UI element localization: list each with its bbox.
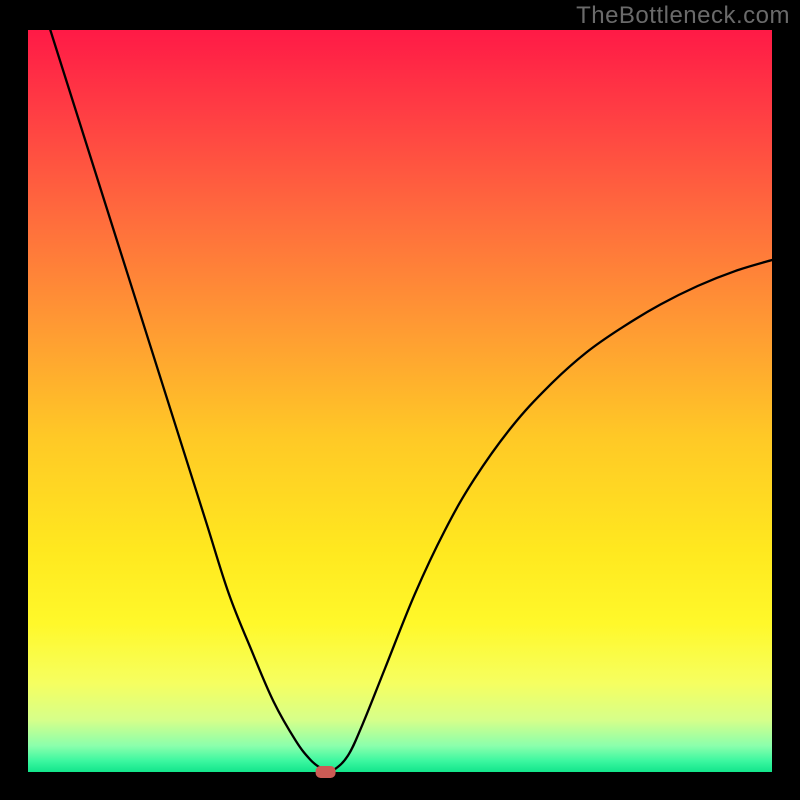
chart-container: TheBottleneck.com	[0, 0, 800, 800]
bottleneck-chart	[0, 0, 800, 800]
plot-area	[28, 30, 772, 772]
optimal-marker	[316, 766, 336, 778]
watermark-label: TheBottleneck.com	[576, 2, 790, 30]
